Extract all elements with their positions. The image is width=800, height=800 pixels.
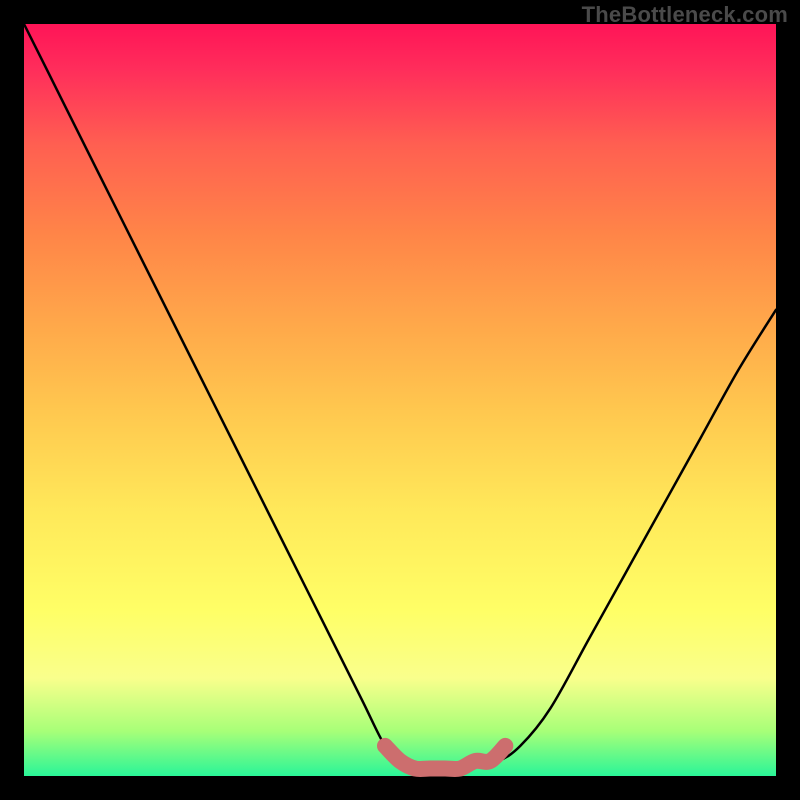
bottleneck-curve: [24, 24, 776, 769]
bottleneck-curve-svg: [24, 24, 776, 776]
trough-highlight: [385, 746, 505, 769]
chart-frame: TheBottleneck.com: [0, 0, 800, 800]
